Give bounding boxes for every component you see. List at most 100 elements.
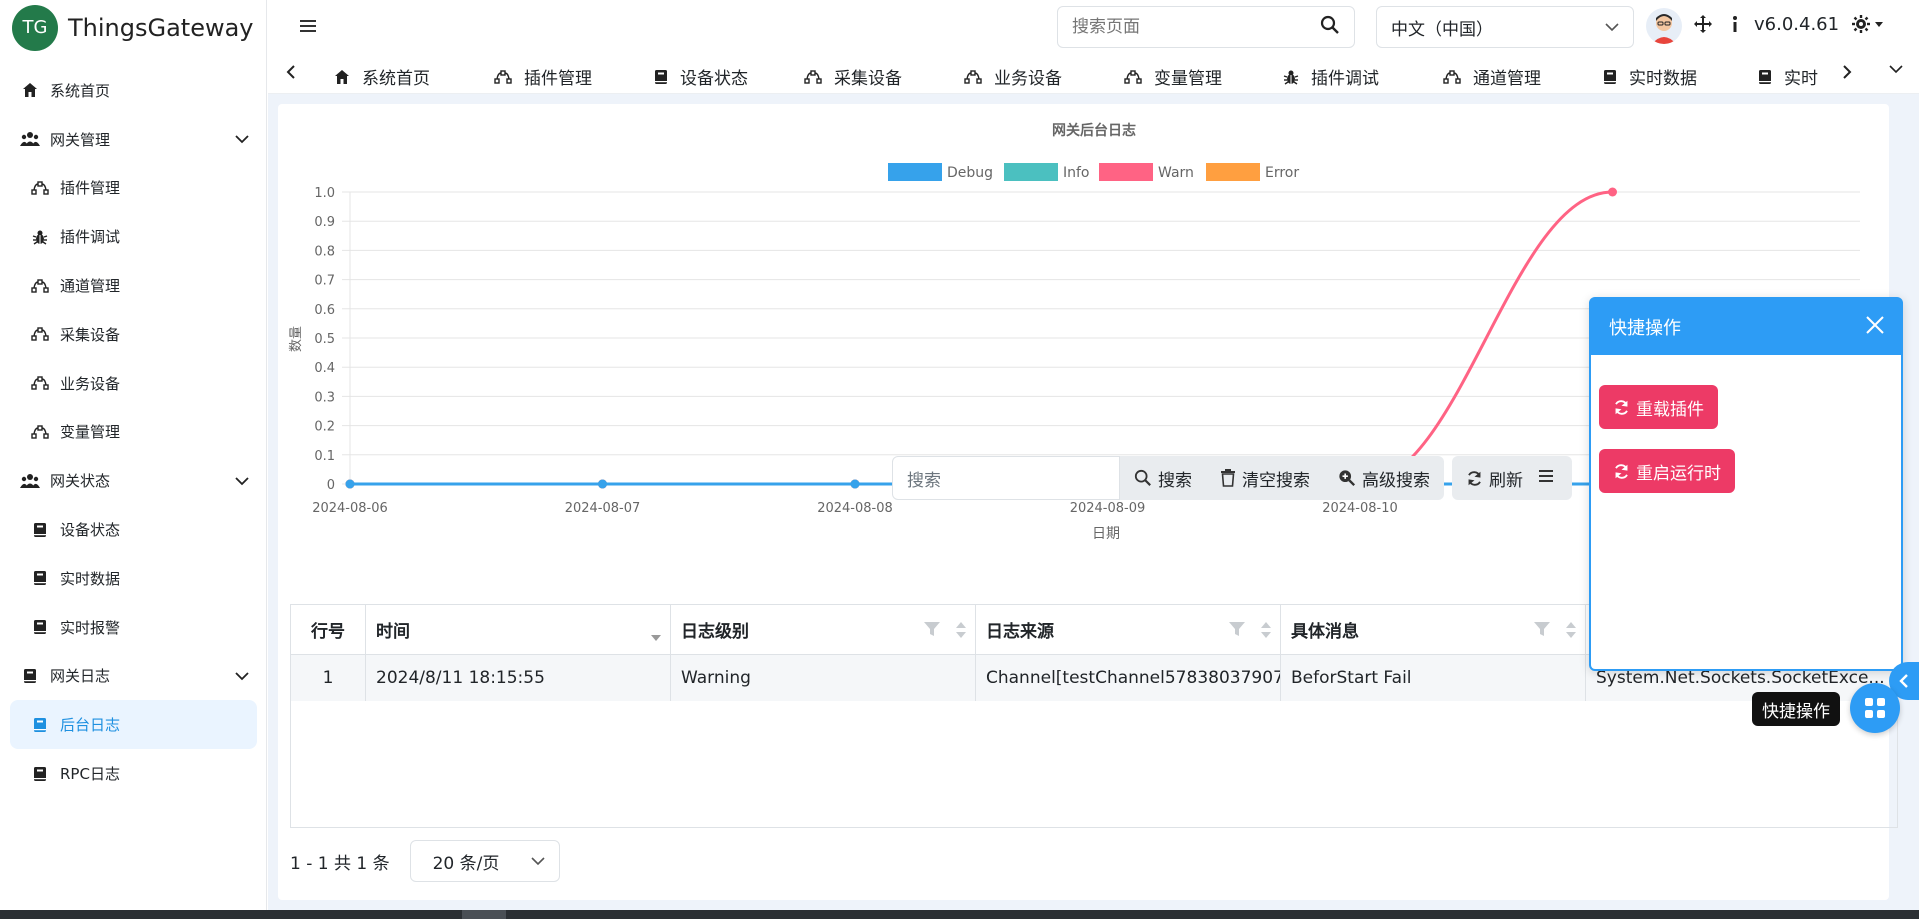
tab-item[interactable]: 插件调试 [1283,64,1379,89]
book-icon [30,715,50,735]
book-icon [30,520,50,540]
table-cell: BeforStart Fail [1281,655,1586,701]
table-cell: Warning [671,655,976,701]
restart-runtime-button[interactable]: 重启运行时 [1599,449,1735,493]
advanced-search-label: 高级搜索 [1362,470,1430,491]
reload-plugins-label: 重载插件 [1636,399,1704,420]
sidebar-item[interactable]: 插件调试 [0,212,267,261]
tab-scroll-right-icon[interactable] [1842,64,1858,80]
clear-search-button[interactable]: 清空搜索 [1206,456,1324,500]
reload-plugins-button[interactable]: 重载插件 [1599,385,1718,429]
column-header[interactable]: 时间 [366,605,671,654]
column-header-label: 日志来源 [986,622,1054,642]
trash-icon [1221,469,1235,487]
tab-label: 业务设备 [994,69,1062,89]
move-icon[interactable] [1693,14,1713,38]
sidebar-item-label: 实时数据 [60,569,121,588]
version-label: v6.0.4.61 [1754,14,1840,35]
tab-label: 通道管理 [1473,69,1541,89]
sidebar-item[interactable]: RPC日志 [0,749,267,798]
page-search[interactable] [1057,6,1355,48]
tab-menu-chevron-icon[interactable] [1888,64,1910,74]
sidebar-item[interactable]: 变量管理 [0,408,267,457]
page-search-input[interactable] [1072,17,1320,37]
bezier-icon [964,69,988,84]
tab-item[interactable]: 变量管理 [1124,64,1222,89]
sort-icon[interactable] [955,621,967,644]
column-header[interactable]: 日志级别 [671,605,976,654]
advanced-search-button[interactable]: 高级搜索 [1324,456,1444,500]
column-header[interactable]: 具体消息 [1281,605,1586,654]
search-icon[interactable] [1320,15,1340,39]
sidebar-item[interactable]: 网关日志 [0,652,267,701]
refresh-icon [1615,399,1628,415]
sort-icon[interactable] [1565,621,1577,644]
language-value: 中文（中国） [1391,19,1493,40]
taskbar-item [462,910,506,919]
search-button[interactable]: 搜索 [1120,456,1206,500]
sidebar-item[interactable]: 网关管理 [0,115,267,164]
chevron-down-icon [235,472,249,490]
brand[interactable]: TG ThingsGateway [0,0,266,55]
theme-settings-icon[interactable] [1851,14,1885,38]
tab-item[interactable]: 实时 [1758,64,1828,89]
brand-name: ThingsGateway [68,13,254,42]
close-icon[interactable] [1865,315,1885,340]
home-icon [20,80,40,100]
sidebar-item-label: 系统首页 [50,81,111,100]
filter-icon[interactable] [1228,621,1246,642]
sidebar-item[interactable]: 采集设备 [0,310,267,359]
restart-runtime-label: 重启运行时 [1636,463,1721,484]
tab-item[interactable]: 设备状态 [654,64,748,89]
tab-item[interactable]: 通道管理 [1443,64,1541,89]
refresh-button[interactable]: 刷新 [1452,456,1537,500]
clear-search-label: 清空搜索 [1242,470,1310,491]
sidebar-item[interactable]: 通道管理 [0,261,267,310]
quick-actions-fab[interactable] [1850,683,1900,733]
sort-icon[interactable] [1260,621,1272,644]
chevron-down-icon [235,667,249,685]
sidebar-item-label: 变量管理 [60,423,121,442]
sidebar-item-label: 网关日志 [50,667,111,686]
table-search-input[interactable]: 搜索 [892,456,1120,500]
column-header-label: 行号 [311,622,345,642]
page-size-value: 20 条/页 [432,853,500,874]
column-header: 行号 [291,605,366,654]
menu-toggle-icon[interactable] [298,16,318,40]
page-size-select[interactable]: 20 条/页 [409,840,560,882]
tab-label: 实时 [1784,69,1818,89]
sidebar-menu: 系统首页网关管理 插件管理 插件调试 通道管理 采集设备业务设备变量管理网关状态 设备状态… [0,66,267,798]
filter-icon[interactable] [1533,621,1551,642]
sort-desc-icon[interactable] [650,627,662,647]
sidebar-item-label: 业务设备 [60,374,121,393]
tab-scroll-left-icon[interactable] [286,64,302,80]
bezier-icon [1443,69,1467,84]
sidebar-item[interactable]: 后台日志 [10,700,257,750]
tab-item[interactable]: 采集设备 [804,64,902,89]
zoom-plus-icon [1339,470,1356,487]
tab-item[interactable]: 系统首页 [334,64,430,89]
quick-actions-title: 快捷操作 [1609,318,1681,339]
sidebar-item[interactable]: 业务设备 [0,359,267,408]
quick-actions-panel: 快捷操作 重载插件 重启运行时 [1589,297,1903,671]
tab-item[interactable]: 实时数据 [1603,64,1697,89]
info-icon[interactable] [1730,14,1740,38]
column-header-label: 时间 [376,622,410,642]
filter-icon[interactable] [923,621,941,642]
sidebar-item[interactable]: 插件管理 [0,164,267,213]
users-icon [20,129,40,149]
chevron-down-icon [531,851,545,871]
column-header[interactable]: 日志来源 [976,605,1281,654]
sidebar-item[interactable]: 实时数据 [0,554,267,603]
language-select[interactable]: 中文（中国） [1376,6,1634,48]
sidebar-item[interactable]: 设备状态 [0,505,267,554]
sidebar-item[interactable]: 系统首页 [0,66,267,115]
sidebar-item[interactable]: 实时报警 [0,603,267,652]
bezier-icon [494,69,518,84]
sidebar-item[interactable]: 网关状态 [0,456,267,505]
tab-item[interactable]: 业务设备 [964,64,1062,89]
avatar[interactable] [1646,8,1682,44]
column-list-icon[interactable] [1539,469,1555,487]
tab-item[interactable]: 插件管理 [494,64,592,89]
bezier-icon [1124,69,1148,84]
